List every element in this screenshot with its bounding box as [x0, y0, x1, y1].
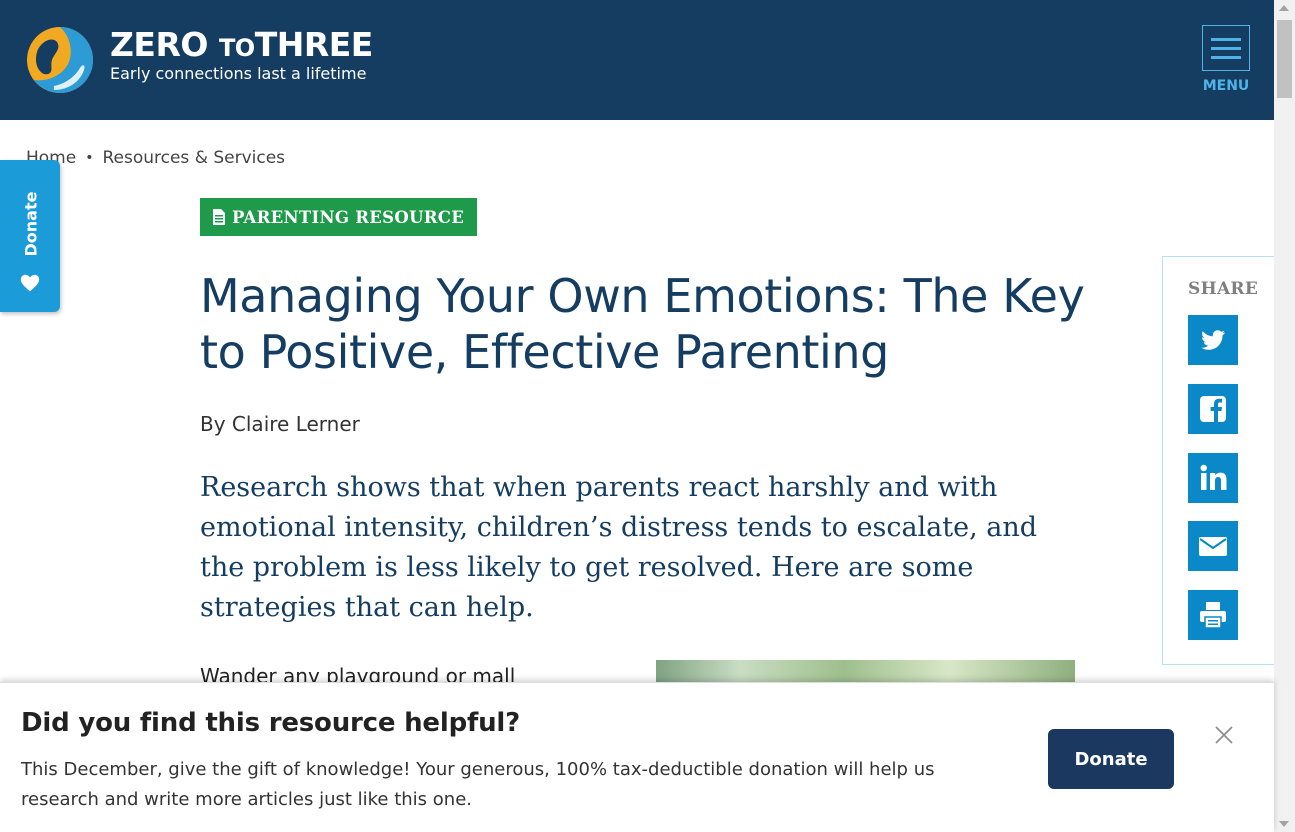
logo-title-to: TO: [218, 34, 255, 62]
menu-button[interactable]: [1202, 25, 1250, 71]
parenting-resource-badge: PARENTING RESOURCE: [200, 198, 478, 236]
hamburger-icon-line: [1211, 37, 1241, 41]
side-donate-tab[interactable]: Donate: [0, 160, 60, 312]
banner-text: This December, give the gift of knowledg…: [21, 759, 935, 810]
logo-title-three: THREE: [254, 25, 374, 64]
scroll-thumb[interactable]: [1277, 20, 1292, 98]
page-scrollbar[interactable]: [1274, 0, 1295, 832]
linkedin-icon: [1200, 464, 1227, 490]
document-icon: [213, 209, 225, 225]
breadcrumb-resources-link[interactable]: Resources & Services: [102, 148, 285, 168]
page-title: Managing Your Own Emotions: The Key to P…: [200, 269, 1085, 379]
share-email-button[interactable]: [1188, 521, 1238, 571]
email-icon: [1199, 537, 1227, 556]
breadcrumb: Home • Resources & Services: [26, 148, 285, 168]
facebook-icon: [1200, 396, 1226, 422]
heart-icon: [20, 274, 40, 292]
scroll-down-arrow-icon[interactable]: [1279, 821, 1289, 827]
breadcrumb-separator: •: [85, 150, 94, 166]
donate-button[interactable]: Donate: [1048, 729, 1174, 789]
logo-icon[interactable]: [24, 24, 96, 96]
close-icon[interactable]: [1210, 721, 1238, 749]
print-icon: [1200, 602, 1226, 629]
logo-title[interactable]: ZERO TOTHREE: [110, 28, 373, 61]
article-byline: By Claire Lerner: [200, 412, 360, 436]
share-panel: SHARE: [1162, 256, 1274, 665]
badge-label: PARENTING RESOURCE: [232, 207, 465, 227]
hamburger-icon-line: [1211, 55, 1241, 59]
share-label: SHARE: [1188, 279, 1259, 299]
hamburger-icon-line: [1211, 46, 1241, 50]
twitter-icon: [1201, 330, 1225, 350]
banner-heading: Did you find this resource helpful?: [21, 708, 521, 738]
donation-banner: Did you find this resource helpful? This…: [0, 682, 1274, 832]
article-lede: Research shows that when parents react h…: [200, 472, 1038, 623]
scroll-up-arrow-icon[interactable]: [1279, 5, 1289, 11]
share-print-button[interactable]: [1188, 590, 1238, 640]
site-header: ZERO TOTHREE Early connections last a li…: [0, 0, 1274, 120]
logo-title-zero: ZERO: [110, 25, 208, 64]
share-twitter-button[interactable]: [1188, 315, 1238, 365]
menu-label[interactable]: MENU: [1196, 78, 1256, 94]
share-facebook-button[interactable]: [1188, 384, 1238, 434]
logo-tagline: Early connections last a lifetime: [110, 64, 367, 83]
side-donate-label: Donate: [21, 191, 41, 257]
share-linkedin-button[interactable]: [1188, 453, 1238, 503]
